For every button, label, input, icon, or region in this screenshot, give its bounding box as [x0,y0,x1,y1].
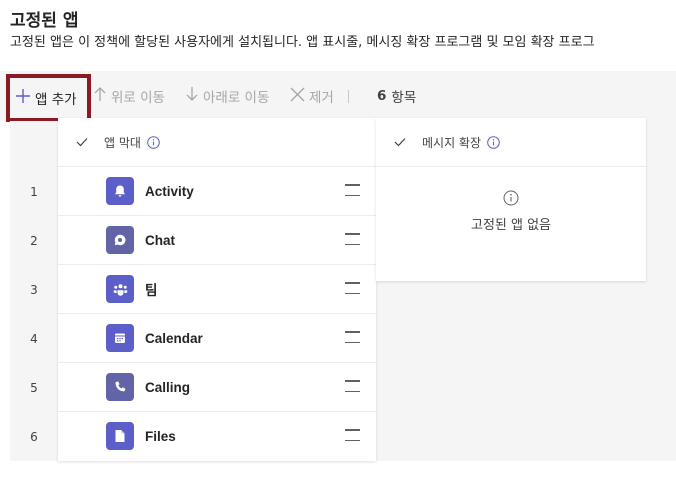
toolbar-divider [348,90,349,103]
toolbar: 앱 추가 위로 이동 아래로 이동 제거 6 항목 [0,71,676,122]
messaging-extensions-header: 메시지 확장 [376,118,646,167]
move-up-button[interactable]: 위로 이동 [92,71,165,121]
arrow-up-icon [92,85,111,107]
bell-icon [106,177,134,205]
app-bar-header: 앱 막대 [58,118,376,167]
row-number: 5 [30,380,38,395]
app-name: 팀 [145,283,158,298]
drag-handle-icon[interactable] [345,282,360,294]
drag-handle-icon[interactable] [345,429,360,441]
page-title: 고정된 앱 [10,11,79,31]
info-icon[interactable] [487,135,500,149]
drag-handle-icon[interactable] [345,380,360,392]
move-down-label: 아래로 이동 [203,90,270,106]
drag-handle-icon[interactable] [345,184,360,196]
move-down-button[interactable]: 아래로 이동 [184,71,269,121]
add-app-button[interactable]: 앱 추가 [6,74,91,122]
row-number: 2 [30,233,38,248]
empty-state: 고정된 앱 없음 [376,190,646,233]
row-number-column: 1 2 3 4 5 6 [10,121,58,461]
row-number: 3 [30,282,38,297]
select-all-checkmark-icon[interactable] [394,137,408,147]
row-number: 6 [30,429,38,444]
app-row-calendar[interactable]: Calendar [58,314,376,363]
info-icon[interactable] [147,135,160,149]
drag-handle-icon[interactable] [345,331,360,343]
teams-icon [106,275,134,303]
row-number: 4 [30,331,38,346]
messaging-extensions-title: 메시지 확장 [422,135,482,150]
chat-icon [106,226,134,254]
messaging-extensions-list: 메시지 확장 고정된 앱 없음 [376,118,646,281]
close-icon [289,86,309,107]
item-count-number: 6 [377,88,387,104]
select-all-checkmark-icon[interactable] [76,137,90,147]
remove-button[interactable]: 제거 [289,71,334,121]
info-icon [503,190,519,210]
file-icon [106,422,134,450]
app-row-activity[interactable]: Activity [58,167,376,216]
plus-icon [14,87,35,109]
app-name: Calendar [145,330,203,346]
app-row-files[interactable]: Files [58,412,376,460]
drag-handle-icon[interactable] [345,233,360,245]
app-bar-list: 앱 막대 Activity Chat 팀 Calendar Calling Fi… [58,118,376,461]
move-up-label: 위로 이동 [111,90,165,106]
app-name: Calling [145,379,191,395]
app-row-chat[interactable]: Chat [58,216,376,265]
remove-label: 제거 [309,90,334,106]
app-name: Chat [145,232,175,248]
item-count-label: 항목 [391,90,417,106]
page-description: 고정된 앱은 이 정책에 할당된 사용자에게 설치됩니다. 앱 표시줄, 메시징… [10,35,595,50]
item-count: 6 항목 [377,71,416,121]
phone-icon [106,373,134,401]
app-row-teams[interactable]: 팀 [58,265,376,314]
app-row-calling[interactable]: Calling [58,363,376,412]
add-app-label: 앱 추가 [35,92,77,108]
app-bar-title: 앱 막대 [104,135,141,150]
app-name: Files [145,428,176,444]
empty-state-text: 고정된 앱 없음 [470,218,552,233]
row-number: 1 [30,184,38,199]
calendar-icon [106,324,134,352]
arrow-down-icon [184,85,203,107]
app-name: Activity [145,183,194,199]
